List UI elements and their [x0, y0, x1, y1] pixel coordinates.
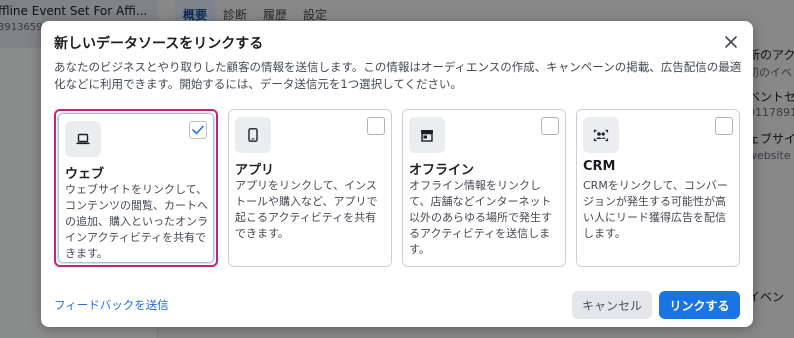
close-button[interactable]	[719, 30, 743, 54]
dialog-description: あなたのビジネスとやり取りした顧客の情報を送信します。この情報はオーディエンスの…	[54, 60, 742, 91]
option-card-crm[interactable]: CRM CRMをリンクして、コンバージョンが発生する可能性が高い人にリード獲得広…	[576, 109, 740, 267]
option-checkbox-app[interactable]	[367, 117, 385, 135]
option-card-offline[interactable]: オフライン オフライン情報をリンクして、店舗などインターネット以外のあらゆる場所…	[402, 109, 566, 267]
option-card-web[interactable]: ウェブ ウェブサイトをリンクして、コンテンツの閲覧、カートへの追加、購入といった…	[54, 109, 218, 267]
option-name: CRM	[583, 159, 616, 174]
option-description: アプリをリンクして、インストールや購入など、アプリで起こるアクティビティを共有で…	[235, 179, 378, 240]
link-data-source-dialog: 新しいデータソースをリンクする あなたのビジネスとやり取りした顧客の情報を送信し…	[41, 21, 753, 327]
data-source-options: ウェブ ウェブサイトをリンクして、コンテンツの閲覧、カートへの追加、購入といった…	[54, 109, 740, 267]
option-checkbox-web[interactable]	[189, 121, 207, 139]
option-description: ウェブサイトをリンクして、コンテンツの閲覧、カートへの追加、購入といったオンライ…	[65, 183, 208, 260]
people-icon	[583, 117, 619, 153]
phone-icon	[235, 117, 271, 153]
laptop-icon	[65, 121, 101, 157]
close-icon	[725, 36, 737, 48]
option-name: ウェブ	[65, 167, 105, 182]
option-name: アプリ	[235, 163, 275, 178]
option-description: オフライン情報をリンクして、店舗などインターネット以外のあらゆる場所で発生するア…	[409, 179, 552, 256]
link-button[interactable]: リンクする	[659, 291, 740, 319]
option-card-app[interactable]: アプリ アプリをリンクして、インストールや購入など、アプリで起こるアクティビティ…	[228, 109, 392, 267]
checkmark-icon	[192, 125, 204, 135]
option-description: CRMをリンクして、コンバージョンが発生する可能性が高い人にリード獲得広告を配信…	[583, 179, 728, 240]
store-icon	[409, 117, 445, 153]
dialog-title: 新しいデータソースをリンクする	[54, 36, 264, 52]
option-checkbox-crm[interactable]	[715, 117, 733, 135]
cancel-button[interactable]: キャンセル	[572, 291, 652, 319]
send-feedback-link[interactable]: フィードバックを送信	[54, 297, 169, 313]
option-name: オフライン	[409, 163, 475, 178]
option-checkbox-offline[interactable]	[541, 117, 559, 135]
